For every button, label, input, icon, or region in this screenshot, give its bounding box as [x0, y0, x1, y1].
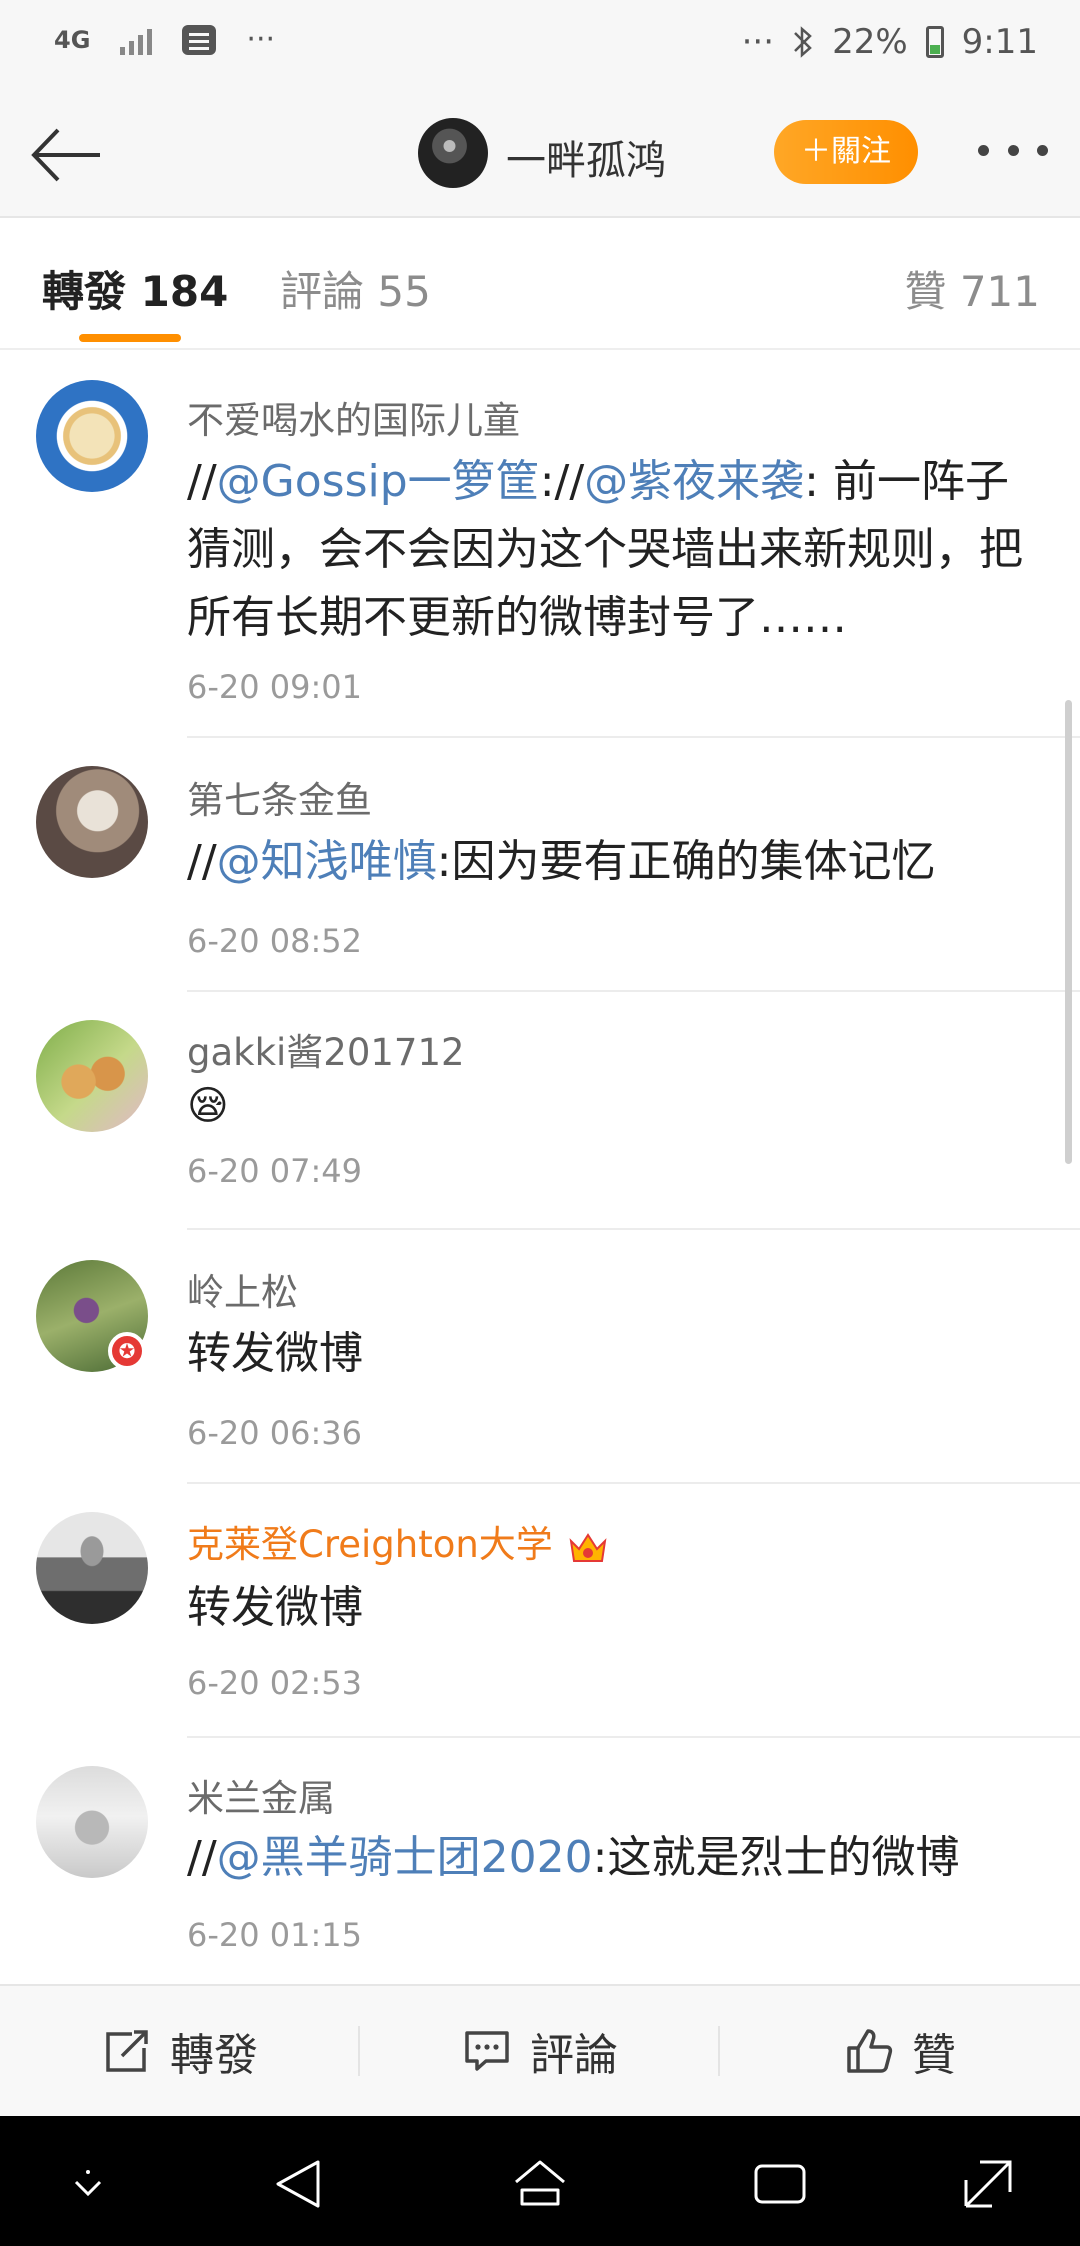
- repost-content: //@知浅唯慎:因为要有正确的集体记忆: [187, 828, 1047, 896]
- timestamp: 6-20 07:49: [187, 1152, 363, 1190]
- mention-link[interactable]: @知浅唯慎: [217, 836, 437, 887]
- follow-button[interactable]: ＋關注: [774, 120, 918, 184]
- like-button[interactable]: 贊: [720, 1986, 1080, 2116]
- comment-label: 評論: [530, 2030, 618, 2081]
- like-label: 贊: [912, 2030, 956, 2081]
- avatar[interactable]: [36, 1512, 148, 1624]
- username[interactable]: gakki酱201712: [187, 1022, 465, 1076]
- hide-keyboard-icon[interactable]: [60, 2156, 116, 2212]
- repost-content: 😪: [187, 1083, 229, 1129]
- battery-percent: 22%: [832, 22, 908, 62]
- tab-bar: 轉發 184 評論 55 贊 711: [0, 218, 1080, 350]
- comment-button[interactable]: 評論: [360, 1986, 720, 2116]
- repost-button[interactable]: 轉發: [0, 1986, 360, 2116]
- message-notification-icon: [182, 24, 217, 55]
- timestamp: 6-20 02:53: [187, 1664, 363, 1702]
- bluetooth-icon: [794, 26, 812, 58]
- avatar[interactable]: [36, 1020, 148, 1132]
- repost-content: 转发微博: [187, 1328, 363, 1379]
- timestamp: 6-20 01:15: [187, 1916, 363, 1954]
- profile-name[interactable]: 一畔孤鸿: [506, 128, 666, 186]
- status-left: 4G ···: [54, 22, 275, 57]
- repost-content: //@Gossip一箩筐://@紫夜来袭: 前一阵子猜测，会不会因为这个哭墙出来…: [187, 448, 1047, 652]
- repost-content: //@黑羊骑士团2020:这就是烈士的微博: [187, 1824, 1047, 1892]
- timestamp: 6-20 08:52: [187, 922, 363, 960]
- clock: 9:11: [961, 22, 1038, 62]
- vip-crown-icon: [569, 1532, 607, 1562]
- content-text: //: [554, 456, 585, 507]
- signal-icon: [120, 25, 153, 55]
- home-nav-icon[interactable]: [512, 2156, 568, 2212]
- profile-avatar[interactable]: [418, 118, 488, 188]
- battery-icon: [925, 26, 944, 58]
- content-text: //: [187, 836, 217, 887]
- username[interactable]: 岭上松: [187, 1262, 298, 1316]
- recent-apps-icon[interactable]: [752, 2156, 808, 2212]
- content-text: :这就是烈士的微博: [592, 1832, 960, 1883]
- expand-icon[interactable]: [960, 2156, 1016, 2212]
- tab-repost[interactable]: 轉發 184: [42, 258, 228, 319]
- list-item[interactable]: 克莱登Creighton大学 转发微博 6-20 02:53: [0, 1484, 1080, 1738]
- verified-badge-icon: ✪: [108, 1332, 146, 1370]
- username[interactable]: 克莱登Creighton大学: [187, 1514, 609, 1568]
- content-text: //: [187, 456, 217, 507]
- mention-link[interactable]: @Gossip一箩筐: [217, 456, 540, 507]
- list-item[interactable]: 不爱喝水的国际儿童 //@Gossip一箩筐://@紫夜来袭: 前一阵子猜测，会…: [0, 350, 1080, 738]
- list-item[interactable]: ✪ 岭上松 转发微博 6-20 06:36: [0, 1230, 1080, 1484]
- timestamp: 6-20 06:36: [187, 1414, 363, 1452]
- avatar[interactable]: [36, 766, 148, 878]
- content-text: :: [539, 456, 555, 507]
- more-options-icon[interactable]: [978, 138, 1048, 162]
- list-item[interactable]: 第七条金鱼 //@知浅唯慎:因为要有正确的集体记忆 6-20 08:52: [0, 738, 1080, 992]
- timestamp: 6-20 09:01: [187, 668, 363, 706]
- tab-comment[interactable]: 評論 55: [280, 258, 431, 319]
- active-tab-indicator: [79, 334, 181, 342]
- scrollbar[interactable]: [1065, 700, 1072, 1164]
- mention-link[interactable]: @紫夜来袭: [584, 456, 804, 507]
- content-text: //: [187, 1832, 217, 1883]
- back-arrow-icon[interactable]: [28, 120, 104, 190]
- status-more: ···: [741, 22, 775, 62]
- avatar[interactable]: [36, 380, 148, 492]
- username[interactable]: 不爱喝水的国际儿童: [187, 390, 520, 444]
- username[interactable]: 米兰金属: [187, 1768, 335, 1822]
- list-item[interactable]: 米兰金属 //@黑羊骑士团2020:这就是烈士的微博 6-20 01:15: [0, 1738, 1080, 1984]
- repost-label: 轉發: [170, 2030, 258, 2081]
- comment-icon: [465, 2031, 509, 2071]
- list-item[interactable]: gakki酱201712 😪 6-20 07:49: [0, 992, 1080, 1230]
- status-bar: 4G ··· ··· 22% 9:11: [0, 0, 1080, 92]
- repost-icon: [106, 2030, 148, 2072]
- notification-more: ···: [246, 22, 276, 57]
- thumbs-up-icon: [847, 2029, 893, 2073]
- tab-like[interactable]: 贊 711: [904, 258, 1040, 319]
- system-navigation-bar: [0, 2116, 1080, 2246]
- network-type: 4G: [54, 25, 91, 54]
- status-right: ··· 22% 9:11: [742, 22, 1038, 62]
- back-nav-icon[interactable]: [272, 2156, 328, 2212]
- mention-link[interactable]: @黑羊骑士团2020: [217, 1832, 593, 1883]
- content-text: :因为要有正确的集体记忆: [436, 836, 936, 887]
- username[interactable]: 第七条金鱼: [187, 770, 372, 824]
- action-bar: 轉發 評論 贊: [0, 1984, 1080, 2116]
- top-header: 一畔孤鸿 ＋關注: [0, 92, 1080, 218]
- repost-content: 转发微博: [187, 1582, 363, 1633]
- avatar[interactable]: [36, 1766, 148, 1878]
- username-text[interactable]: 克莱登Creighton大学: [187, 1523, 553, 1566]
